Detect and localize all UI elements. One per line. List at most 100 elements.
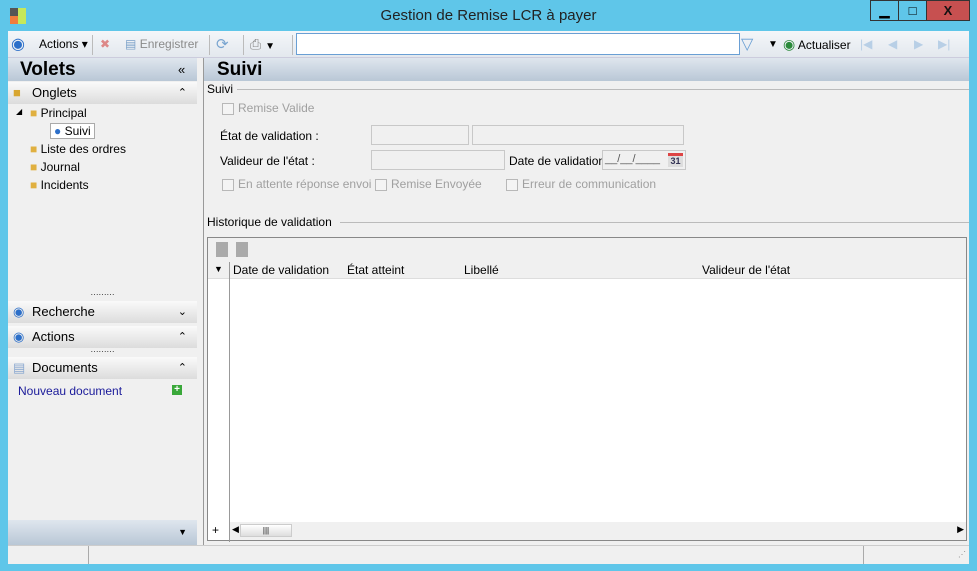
page-title: Suivi <box>204 58 969 81</box>
filter-icon[interactable]: ▽ <box>741 31 753 58</box>
group-title: Suivi <box>207 82 234 96</box>
target-icon: ◉ <box>13 304 25 319</box>
collapse-icon: ⌃ <box>177 331 187 343</box>
expand-icon[interactable]: ◢ <box>16 107 22 116</box>
folder-icon: ■ <box>30 178 38 192</box>
toolbar: ◉ Actions ▾ ✖ ▤ Enregistrer ⟳ ⎙ ▼ ▽ ▼ ◉ … <box>8 31 969 58</box>
valideur-field[interactable] <box>371 150 505 170</box>
tree-label: Incidents <box>40 178 89 192</box>
tree-item-journal[interactable]: ■ Journal <box>30 160 80 174</box>
previous-record-icon[interactable]: ◀ <box>888 31 897 58</box>
filter-dropdown-icon[interactable]: ▼ <box>768 31 778 58</box>
print-icon[interactable]: ⎙ ▼ <box>250 31 275 58</box>
folder-icon: ■ <box>30 160 38 174</box>
search-input[interactable] <box>296 33 740 55</box>
separator <box>243 35 244 55</box>
tree-item-suivi[interactable]: ● Suivi <box>50 123 95 139</box>
date-field[interactable]: __/__/____ 31 <box>602 150 686 170</box>
splitter-handle[interactable]: ········· <box>8 291 197 299</box>
scroll-left-icon[interactable]: ◀ <box>232 524 239 535</box>
sync-icon[interactable]: ⟳ <box>216 31 229 58</box>
separator <box>292 35 293 55</box>
refresh-icon: ◉ <box>783 36 796 52</box>
recherche-header[interactable]: ◉ Recherche ⌄ <box>8 301 197 323</box>
tree-label: Principal <box>40 106 87 120</box>
refresh-button[interactable]: ◉ Actualiser <box>783 31 851 58</box>
etat-label: État de validation : <box>220 129 319 143</box>
scroll-right-icon[interactable]: ▶ <box>957 524 964 535</box>
help-icon: ● <box>54 124 62 138</box>
save-icon: ▤ <box>125 37 137 51</box>
tree-label: Suivi <box>64 124 91 138</box>
remise-envoyee-checkbox[interactable]: Remise Envoyée <box>375 177 482 191</box>
etat-code-field[interactable] <box>371 125 469 145</box>
actions-label: Actions <box>39 37 79 51</box>
app-logo-icon <box>10 8 26 24</box>
checkbox-label: Remise Envoyée <box>391 177 482 191</box>
checkbox-label: Erreur de communication <box>522 177 657 191</box>
target-icon: ◉ <box>11 36 25 53</box>
divider <box>237 89 969 90</box>
next-record-icon[interactable]: ▶ <box>914 31 923 58</box>
actions-label: Actions <box>32 329 75 344</box>
last-record-icon[interactable]: ▶| <box>938 31 950 58</box>
date-value: __/__/____ <box>605 153 661 165</box>
folder-icon: ■ <box>30 106 38 120</box>
new-row-icon[interactable] <box>216 242 228 257</box>
actions-header[interactable]: ◉ Actions ⌃ <box>8 326 197 348</box>
calendar-icon[interactable]: 31 <box>668 153 683 167</box>
side-panel: Volets « ■ Onglets ⌃ ◢ ■ Principal ● Sui… <box>8 58 197 545</box>
save-button[interactable]: ▤ Enregistrer <box>125 31 198 58</box>
close-button[interactable]: X <box>926 0 970 21</box>
resize-grip-icon[interactable]: ⋰ <box>958 550 966 559</box>
folder-icon: ■ <box>30 142 38 156</box>
column-header[interactable]: Valideur de l'état <box>702 263 790 277</box>
column-header[interactable]: Date de validation <box>233 263 329 277</box>
checkbox-label: En attente réponse envoi <box>238 177 372 191</box>
collapse-panel-button[interactable]: « <box>178 62 185 77</box>
onglets-header[interactable]: ■ Onglets ⌃ <box>8 82 197 104</box>
collapse-icon: ⌃ <box>177 87 187 99</box>
delete-icon[interactable]: ✖ <box>100 31 110 58</box>
etat-libelle-field[interactable] <box>472 125 684 145</box>
actions-menu[interactable]: Actions ▾ <box>39 31 88 58</box>
column-chooser-icon[interactable]: ▼ <box>214 264 223 274</box>
separator <box>92 35 93 55</box>
column-header[interactable]: Libellé <box>464 263 499 277</box>
remise-valide-checkbox[interactable]: Remise Valide <box>222 101 314 115</box>
column-header[interactable]: État atteint <box>347 263 404 277</box>
grid-toolbar <box>208 238 966 262</box>
window-title: Gestion de Remise LCR à payer <box>380 7 597 24</box>
new-document-link[interactable]: Nouveau document <box>18 384 122 398</box>
panel-footer[interactable]: ▼ <box>8 520 197 545</box>
tree-item-liste-ordres[interactable]: ■ Liste des ordres <box>30 142 126 156</box>
divider <box>340 222 969 223</box>
document-icon: ▤ <box>13 360 26 375</box>
first-record-icon[interactable]: |◀ <box>860 31 872 58</box>
erreur-communication-checkbox[interactable]: Erreur de communication <box>506 177 656 191</box>
folder-icon: ■ <box>13 85 21 100</box>
tree-label: Journal <box>40 160 80 174</box>
target-icon: ◉ <box>13 329 25 344</box>
refresh-label: Actualiser <box>797 38 851 52</box>
panel-title: Volets <box>8 58 197 81</box>
add-icon[interactable]: + <box>172 385 182 395</box>
edit-row-icon[interactable] <box>236 242 248 257</box>
minimize-button[interactable]: ▁ <box>870 0 899 21</box>
expand-icon: ⌄ <box>177 306 187 318</box>
scroll-thumb[interactable]: ||| <box>240 524 292 537</box>
add-row-button[interactable]: + <box>212 523 219 537</box>
tree-item-principal[interactable]: ■ Principal <box>30 106 87 120</box>
splitter-handle[interactable]: ········· <box>8 348 197 356</box>
history-title: Historique de validation <box>207 215 332 229</box>
maximize-button[interactable]: □ <box>898 0 927 21</box>
documents-header[interactable]: ▤ Documents ⌃ <box>8 357 197 379</box>
status-bar: ⋰ <box>8 545 969 564</box>
tree-item-incidents[interactable]: ■ Incidents <box>30 178 89 192</box>
panel-splitter[interactable] <box>197 58 204 545</box>
horizontal-scrollbar[interactable]: + ◀ ||| ▶ <box>212 522 966 540</box>
separator <box>209 35 210 55</box>
en-attente-checkbox[interactable]: En attente réponse envoi <box>222 177 371 191</box>
documents-label: Documents <box>32 360 98 375</box>
valideur-label: Valideur de l'état : <box>220 154 315 168</box>
